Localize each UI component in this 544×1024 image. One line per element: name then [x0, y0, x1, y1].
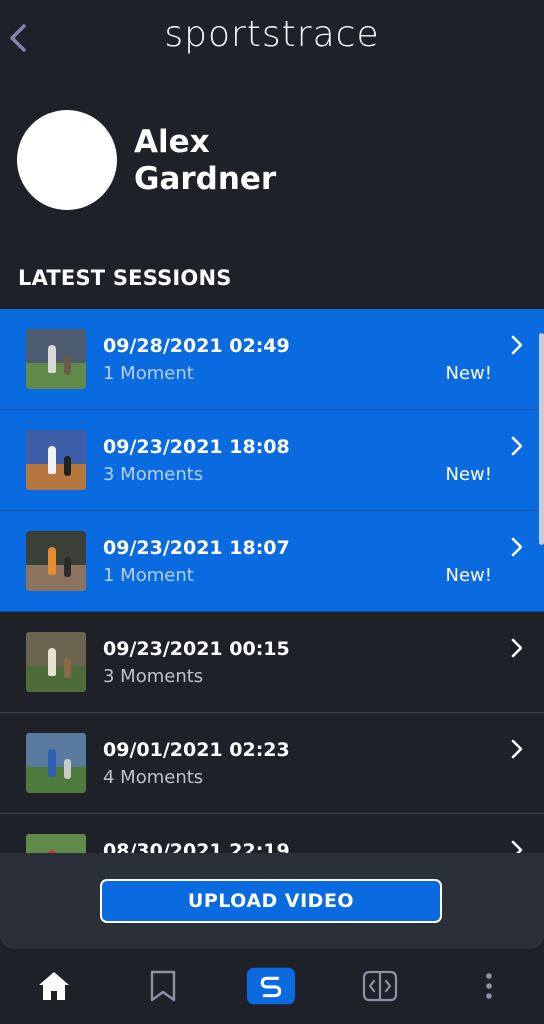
last-name: Gardner — [134, 161, 277, 197]
session-list[interactable]: 09/28/2021 02:49 1 Moment New! 09/23/202… — [0, 309, 544, 853]
scrollbar[interactable] — [539, 333, 544, 545]
session-row[interactable]: 09/01/2021 02:23 4 Moments — [0, 713, 544, 814]
session-thumbnail — [26, 733, 86, 793]
session-date: 08/30/2021 22:19 — [103, 840, 290, 853]
session-moments: 3 Moments — [103, 464, 204, 485]
session-row[interactable]: 09/23/2021 18:07 1 Moment New! — [0, 511, 544, 612]
sportstrace-logo-icon — [246, 967, 296, 1005]
session-thumbnail — [26, 531, 86, 591]
tab-home[interactable] — [29, 961, 79, 1011]
upload-panel: UPLOAD VIDEO — [0, 853, 544, 949]
tab-more[interactable] — [464, 961, 514, 1011]
compare-icon — [362, 970, 398, 1002]
session-thumbnail — [26, 329, 86, 389]
profile-name: Alex Gardner — [134, 124, 354, 198]
session-date: 09/23/2021 18:07 — [103, 537, 290, 559]
session-moments: 4 Moments — [103, 767, 204, 788]
session-date: 09/28/2021 02:49 — [103, 335, 290, 357]
session-row[interactable]: 09/23/2021 00:15 3 Moments — [0, 612, 544, 713]
session-row[interactable]: 09/23/2021 18:08 3 Moments New! — [0, 410, 544, 511]
new-badge: New! — [445, 464, 492, 485]
session-thumbnail — [26, 632, 86, 692]
section-title: LATEST SESSIONS — [18, 266, 232, 290]
bottom-tab-bar — [0, 949, 544, 1024]
tab-bookmarks[interactable] — [138, 961, 188, 1011]
session-row[interactable]: 08/30/2021 22:19 — [0, 814, 544, 853]
chevron-right-icon — [511, 739, 523, 759]
tab-sportstrace[interactable] — [246, 961, 296, 1011]
session-moments: 1 Moment — [103, 363, 194, 384]
chevron-right-icon — [511, 840, 523, 853]
profile-header: Alex Gardner — [0, 96, 544, 226]
first-name: Alex — [134, 124, 210, 160]
home-icon — [39, 972, 69, 1000]
new-badge: New! — [445, 363, 492, 384]
session-moments: 1 Moment — [103, 565, 194, 586]
bookmark-icon — [150, 970, 176, 1002]
more-vertical-icon — [486, 973, 492, 999]
tab-compare[interactable] — [355, 961, 405, 1011]
new-badge: New! — [445, 565, 492, 586]
session-thumbnail — [26, 834, 86, 853]
chevron-right-icon — [511, 537, 523, 557]
session-date: 09/01/2021 02:23 — [103, 739, 290, 761]
chevron-right-icon — [511, 436, 523, 456]
upload-video-button[interactable]: UPLOAD VIDEO — [100, 879, 442, 923]
brand-logo: sportstrace — [164, 14, 380, 55]
avatar[interactable] — [17, 110, 117, 210]
chevron-right-icon — [511, 638, 523, 658]
app-header: sportstrace — [0, 0, 544, 80]
session-thumbnail — [26, 430, 86, 490]
session-row[interactable]: 09/28/2021 02:49 1 Moment New! — [0, 309, 544, 410]
session-moments: 3 Moments — [103, 666, 204, 687]
chevron-right-icon — [511, 335, 523, 355]
session-date: 09/23/2021 18:08 — [103, 436, 290, 458]
session-date: 09/23/2021 00:15 — [103, 638, 290, 660]
